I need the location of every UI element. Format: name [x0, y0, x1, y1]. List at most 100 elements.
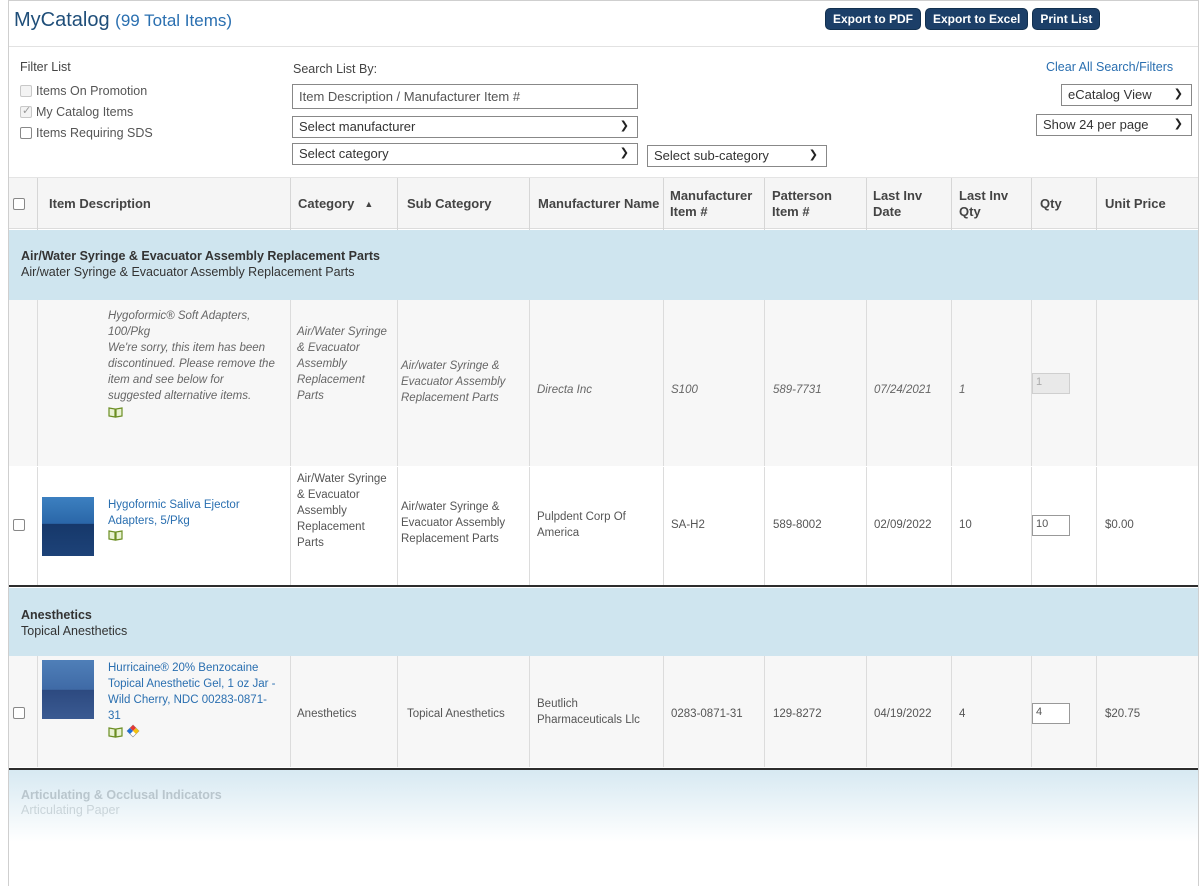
total-items-count: (99 Total Items) [115, 11, 233, 30]
item-category: Anesthetics [297, 708, 357, 720]
table-row: Hygoformic Saliva Ejector Adapters, 5/Pk… [9, 467, 1198, 585]
subcategory-select-value: Select sub-category [654, 148, 769, 163]
sort-ascending-icon: ▲ [364, 199, 374, 209]
item-unit-price: $20.75 [1105, 708, 1141, 720]
my-catalog-label: My Catalog Items [36, 104, 134, 119]
group-title: Air/Water Syringe & Evacuator Assembly R… [21, 249, 380, 263]
sds-label: Items Requiring SDS [36, 125, 153, 140]
group-subtitle: Topical Anesthetics [21, 624, 128, 638]
group-header: Air/Water Syringe & Evacuator Assembly R… [9, 230, 1198, 300]
item-patterson-number: 589-7731 [773, 384, 822, 396]
table-row: Hurricaine® 20% Benzocaine Topical Anest… [9, 656, 1198, 767]
qty-input[interactable]: 10 [1032, 515, 1070, 536]
export-excel-button[interactable]: Export to Excel [925, 8, 1029, 30]
group-header-faded: Articulating & Occlusal Indicators Artic… [9, 770, 1198, 842]
item-last-inv-qty: 10 [959, 519, 972, 531]
item-description[interactable]: Hygoformic Saliva Ejector Adapters, 5/Pk… [108, 497, 273, 546]
per-page-select[interactable]: Show 24 per page ❯ [1036, 114, 1192, 136]
sds-checkbox[interactable] [20, 126, 32, 139]
col-qty[interactable]: Qty [1040, 178, 1096, 230]
manufacturer-select[interactable]: Select manufacturer ❯ [292, 116, 638, 138]
print-list-button[interactable]: Print List [1032, 8, 1101, 30]
col-category[interactable]: Category ▲ [298, 178, 398, 230]
col-last-inv-qty[interactable]: Last Inv Qty [959, 178, 1029, 230]
page-title: MyCatalog (99 Total Items) [14, 9, 232, 32]
item-subcategory: Air/water Syringe & Evacuator Assembly R… [401, 501, 506, 545]
item-manufacturer: Beutlich Pharmaceuticals Llc [537, 698, 640, 726]
chevron-down-icon: ❯ [808, 149, 818, 161]
book-icon[interactable] [108, 529, 123, 541]
item-last-inv-date: 07/24/2021 [874, 384, 932, 396]
group-subtitle: Articulating Paper [21, 803, 120, 817]
item-name-link[interactable]: Hurricaine® 20% Benzocaine Topical Anest… [108, 660, 278, 724]
item-last-inv-date: 04/19/2022 [874, 708, 932, 720]
item-subcategory: Air/water Syringe & Evacuator Assembly R… [401, 360, 506, 404]
chevron-down-icon: ❯ [1173, 88, 1183, 100]
col-patterson-item[interactable]: Patterson Item # [772, 178, 860, 230]
select-all-checkbox[interactable] [13, 198, 25, 210]
product-thumbnail[interactable] [42, 497, 94, 556]
group-header: Anesthetics Topical Anesthetics [9, 588, 1198, 656]
col-unit-price[interactable]: Unit Price [1105, 178, 1201, 230]
col-item-description[interactable]: Item Description [49, 178, 289, 230]
filter-items-on-promotion[interactable]: Items On Promotion [20, 80, 153, 101]
item-manufacturer: Pulpdent Corp Of America [537, 511, 626, 539]
item-name-link[interactable]: Hygoformic Saliva Ejector Adapters, 5/Pk… [108, 497, 273, 529]
item-name: Hygoformic® Soft Adapters, 100/Pkg [108, 310, 251, 338]
page-title-text: MyCatalog [14, 9, 110, 31]
search-input[interactable]: Item Description / Manufacturer Item # [292, 84, 638, 109]
col-category-label: Category [298, 196, 355, 211]
col-sub-category[interactable]: Sub Category [407, 178, 529, 230]
filter-items-requiring-sds[interactable]: Items Requiring SDS [20, 122, 153, 143]
item-description: Hygoformic® Soft Adapters, 100/Pkg We're… [108, 308, 278, 423]
discontinued-notice: We're sorry, this item has been disconti… [108, 342, 275, 402]
header-divider [9, 46, 1198, 47]
item-last-inv-date: 02/09/2022 [874, 519, 932, 531]
row-select-checkbox[interactable] [13, 707, 25, 719]
item-patterson-number: 129-8272 [773, 708, 822, 720]
book-icon[interactable] [108, 726, 123, 738]
row-select-checkbox[interactable] [13, 519, 25, 531]
item-last-inv-qty: 4 [959, 708, 966, 720]
product-thumbnail[interactable] [42, 660, 94, 719]
item-category: Air/Water Syringe & Evacuator Assembly R… [297, 473, 387, 549]
per-page-select-value: Show 24 per page [1043, 117, 1149, 132]
group-separator [9, 585, 1198, 587]
book-icon[interactable] [108, 406, 123, 418]
chevron-down-icon: ❯ [1173, 118, 1183, 130]
hazard-diamond-icon[interactable] [126, 724, 141, 738]
group-subtitle: Air/water Syringe & Evacuator Assembly R… [21, 265, 355, 279]
qty-input[interactable]: 1 [1032, 373, 1070, 394]
item-manufacturer-number: 0283-0871-31 [671, 708, 743, 720]
item-category: Air/Water Syringe & Evacuator Assembly R… [297, 326, 387, 402]
toolbar: Export to PDF Export to Excel Print List [825, 8, 1101, 30]
chevron-down-icon: ❯ [619, 147, 629, 159]
export-pdf-button[interactable]: Export to PDF [825, 8, 921, 30]
category-select-value: Select category [299, 146, 389, 161]
filter-heading: Filter List [20, 60, 71, 74]
chevron-down-icon: ❯ [619, 120, 629, 132]
item-unit-price: $0.00 [1105, 519, 1134, 531]
category-select[interactable]: Select category ❯ [292, 143, 638, 165]
item-manufacturer-number: SA-H2 [671, 519, 705, 531]
filter-my-catalog-items[interactable]: My Catalog Items [20, 101, 153, 122]
col-manufacturer-name[interactable]: Manufacturer Name [538, 178, 662, 230]
my-catalog-checkbox[interactable] [20, 104, 32, 118]
item-last-inv-qty: 1 [959, 384, 966, 396]
search-heading: Search List By: [293, 62, 378, 76]
clear-filters-link[interactable]: Clear All Search/Filters [1046, 60, 1173, 74]
item-manufacturer: Directa Inc [537, 384, 592, 396]
group-title: Anesthetics [21, 608, 92, 622]
col-last-inv-date[interactable]: Last Inv Date [873, 178, 953, 230]
view-select[interactable]: eCatalog View ❯ [1061, 84, 1192, 106]
item-subcategory: Topical Anesthetics [407, 708, 505, 720]
item-description[interactable]: Hurricaine® 20% Benzocaine Topical Anest… [108, 660, 278, 743]
table-row: Hygoformic® Soft Adapters, 100/Pkg We're… [9, 300, 1198, 466]
item-manufacturer-number: S100 [671, 384, 698, 396]
col-manufacturer-item[interactable]: Manufacturer Item # [670, 178, 766, 230]
view-select-value: eCatalog View [1068, 87, 1152, 102]
subcategory-select[interactable]: Select sub-category ❯ [647, 145, 827, 167]
qty-input[interactable]: 4 [1032, 703, 1070, 724]
manufacturer-select-value: Select manufacturer [299, 119, 416, 134]
promotion-checkbox[interactable] [20, 84, 32, 97]
